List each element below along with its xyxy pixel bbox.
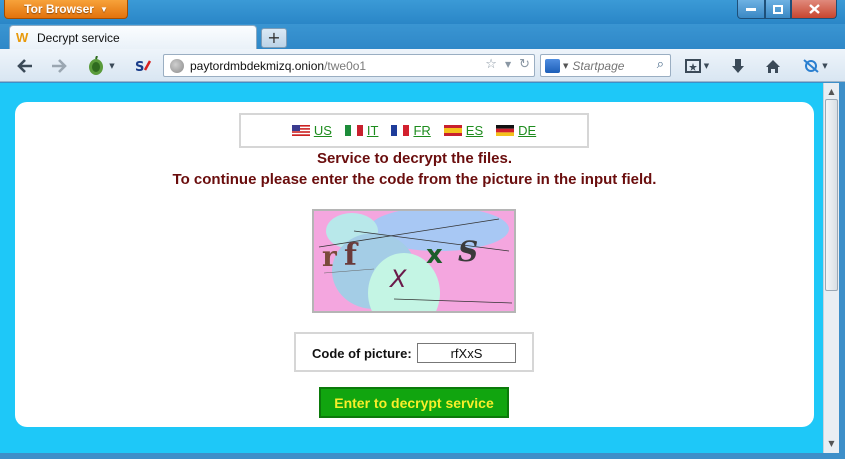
back-icon xyxy=(17,59,32,73)
address-bar[interactable]: paytordmbdekmizq.onion/twe0o1 ☆ ▼ ↻ xyxy=(163,54,535,77)
bookmarks-icon xyxy=(684,59,701,73)
caret-down-icon: ▼ xyxy=(109,62,115,70)
window-frame-right xyxy=(839,83,845,459)
close-icon xyxy=(808,4,820,14)
caret-down-icon: ▼ xyxy=(563,61,569,70)
lang-link-fr[interactable]: FR xyxy=(391,123,431,138)
new-tab-button[interactable]: + xyxy=(261,28,287,48)
heading-line-1: Service to decrypt the files. xyxy=(316,150,513,167)
window-frame-bottom xyxy=(0,453,845,459)
caret-down-icon: ▼ xyxy=(99,4,108,14)
star-icon[interactable]: ☆ xyxy=(485,57,497,72)
search-bar[interactable]: ▼ ⌕ xyxy=(540,54,671,77)
maximize-icon xyxy=(773,4,783,14)
lang-link-it[interactable]: IT xyxy=(344,123,379,138)
caret-down-icon: ▼ xyxy=(703,62,710,70)
tor-browser-menu-label: Tor Browser xyxy=(24,2,94,16)
vertical-scrollbar[interactable]: ▲ ▼ xyxy=(823,83,839,453)
noscript-icon: S xyxy=(135,60,152,74)
home-button[interactable] xyxy=(761,55,785,77)
minimize-icon xyxy=(746,8,756,11)
search-engine-icon[interactable] xyxy=(545,58,560,73)
code-input[interactable] xyxy=(417,343,516,363)
navigation-toolbar: ▼ S paytordmbdekmizq.onion/twe0o1 ☆ ▼ ↻ … xyxy=(0,49,845,82)
tab-strip: W Decrypt service + xyxy=(0,24,845,50)
tab-decrypt-service[interactable]: W Decrypt service xyxy=(9,25,257,50)
fr-flag-icon xyxy=(391,125,410,136)
history-dropdown-icon[interactable]: ▼ xyxy=(505,57,511,72)
globe-icon xyxy=(170,58,184,73)
lang-link-de[interactable]: DE xyxy=(496,123,536,138)
tor-onion-icon xyxy=(89,56,104,75)
back-button[interactable] xyxy=(12,55,38,77)
lang-label: IT xyxy=(366,123,379,138)
url-host: paytordmbdekmizq.onion xyxy=(190,58,325,73)
caret-down-icon: ▼ xyxy=(822,62,828,70)
minimize-button[interactable] xyxy=(737,0,765,19)
captcha-image: r f X x S xyxy=(312,209,516,313)
noscript-button[interactable]: S xyxy=(132,55,154,77)
search-icon[interactable]: ⌕ xyxy=(657,57,664,72)
svg-text:S: S xyxy=(135,60,144,74)
window-titlebar: Tor Browser ▼ xyxy=(0,0,845,24)
captcha-letter: X xyxy=(388,265,407,293)
lang-link-es[interactable]: ES xyxy=(443,123,484,138)
forward-icon xyxy=(52,59,67,73)
downloads-button[interactable] xyxy=(726,55,750,77)
lang-label: US xyxy=(313,123,332,138)
heading-line-2: To continue please enter the code from t… xyxy=(172,171,657,188)
maximize-button[interactable] xyxy=(765,0,791,19)
lang-label: ES xyxy=(465,123,484,138)
captcha-drawing: r f X x S xyxy=(314,211,514,311)
code-entry-box: Code of picture: xyxy=(294,332,534,372)
url-path: /twe0o1 xyxy=(324,58,367,73)
tab-favicon-icon: W xyxy=(16,30,29,45)
captcha-letter: x xyxy=(426,240,443,270)
scrollbar-thumb[interactable] xyxy=(825,99,838,291)
https-everywhere-icon xyxy=(803,59,819,73)
close-window-button[interactable] xyxy=(791,0,837,19)
home-icon xyxy=(766,59,780,73)
tab-title: Decrypt service xyxy=(37,31,120,45)
captcha-letter: S xyxy=(458,235,478,268)
scroll-down-icon[interactable]: ▼ xyxy=(824,437,839,451)
tor-browser-menu-button[interactable]: Tor Browser ▼ xyxy=(4,0,128,19)
lang-link-us[interactable]: US xyxy=(291,123,332,138)
it-flag-icon xyxy=(344,125,363,136)
de-flag-icon xyxy=(496,125,515,136)
bookmarks-button[interactable]: ▼ xyxy=(680,55,714,77)
es-flag-icon xyxy=(443,125,462,136)
search-input[interactable] xyxy=(572,58,651,73)
lang-label: FR xyxy=(413,123,431,138)
forward-button[interactable] xyxy=(46,55,72,77)
code-label: Code of picture: xyxy=(312,346,412,361)
decrypt-submit-button[interactable]: Enter to decrypt service xyxy=(319,387,509,418)
captcha-letter: f xyxy=(344,238,359,273)
download-icon xyxy=(732,58,744,73)
language-selector: US IT FR ES DE xyxy=(239,113,589,148)
reload-icon[interactable]: ↻ xyxy=(519,57,530,72)
https-everywhere-button[interactable]: ▼ xyxy=(798,55,832,77)
lang-label: DE xyxy=(518,123,537,138)
tor-onion-button[interactable]: ▼ xyxy=(84,55,118,77)
scroll-up-icon[interactable]: ▲ xyxy=(824,85,839,99)
us-flag-icon xyxy=(291,125,310,136)
captcha-letter: r xyxy=(322,240,338,273)
